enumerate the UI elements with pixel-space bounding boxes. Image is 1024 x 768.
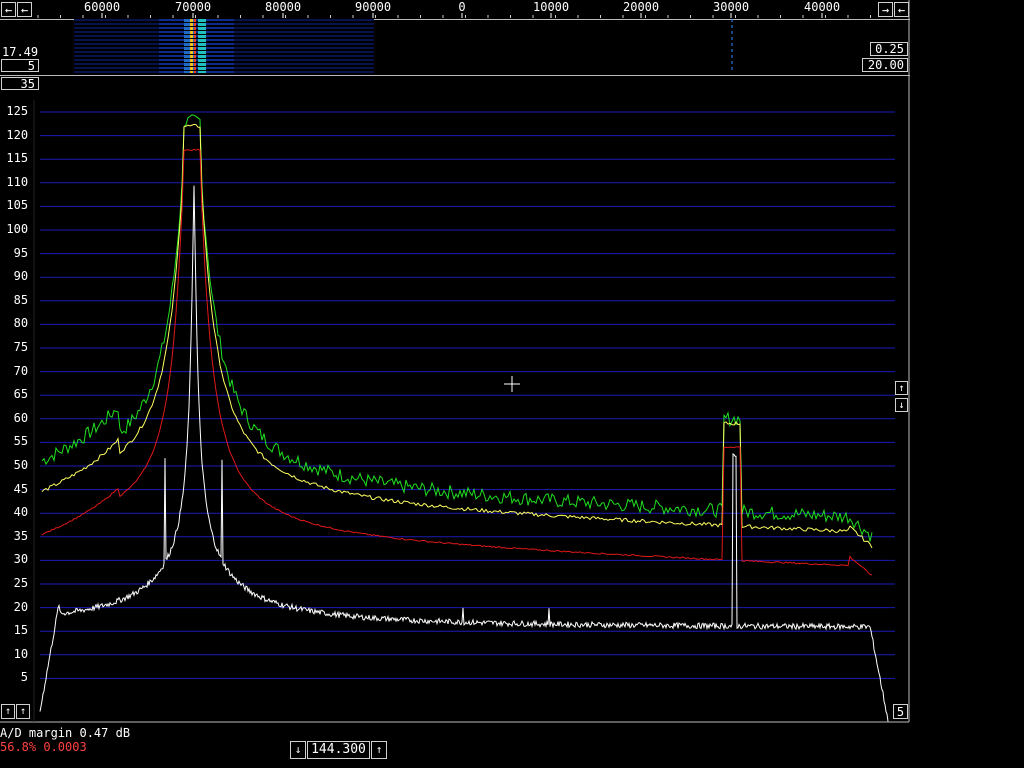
- y-axis-label: 5: [20, 670, 29, 685]
- frequency-down-button[interactable]: ↓: [290, 741, 306, 759]
- spectrum-graph[interactable]: [0, 0, 1024, 768]
- frequency-box: ↓ 144.300 ↑: [290, 741, 388, 759]
- y-axis-label: 20: [13, 599, 29, 614]
- frequency-value-field[interactable]: 144.300: [307, 741, 370, 759]
- right-scale-down-button[interactable]: ↓: [895, 398, 908, 412]
- y-axis-label: 30: [13, 552, 29, 567]
- trace-yellow: [41, 123, 873, 549]
- trace-white: [39, 185, 889, 722]
- bottom-left-up-button-1[interactable]: ↑: [1, 704, 15, 719]
- y-axis-label: 115: [6, 151, 29, 166]
- y-axis-label: 25: [13, 576, 29, 590]
- y-axis-label: 35: [13, 528, 29, 543]
- bottom-right-value-box[interactable]: 5: [893, 704, 908, 719]
- ad-margin-text: A/D margin 0.47 dB: [0, 726, 131, 740]
- stats-text: 56.8% 0.0003: [0, 740, 87, 754]
- y-axis-label: 95: [13, 245, 29, 260]
- y-axis-label: 80: [13, 316, 29, 331]
- y-axis-label: 50: [13, 458, 29, 472]
- y-axis-label: 55: [13, 434, 29, 449]
- y-axis-label: 120: [6, 127, 29, 142]
- y-axis-label: 15: [13, 623, 29, 638]
- y-axis-label: 70: [13, 363, 29, 378]
- right-scale-up-button[interactable]: ↑: [895, 381, 908, 395]
- y-axis-label: 105: [6, 198, 29, 213]
- y-axis-label: 90: [13, 269, 29, 284]
- trace-green: [41, 114, 873, 542]
- y-axis-label: 125: [6, 104, 29, 118]
- y-axis-label: 10: [13, 646, 29, 661]
- y-axis-label: 100: [6, 222, 29, 236]
- trace-red: [41, 148, 873, 576]
- y-axis-label: 110: [6, 174, 29, 189]
- y-axis-label: 85: [13, 292, 29, 307]
- y-axis-label: 40: [13, 505, 29, 520]
- y-axis-label: 45: [13, 481, 29, 496]
- bottom-left-up-button-2[interactable]: ↑: [16, 704, 30, 719]
- frequency-up-button[interactable]: ↑: [371, 741, 387, 759]
- y-axis-label: 75: [13, 340, 29, 354]
- y-axis-label: 60: [13, 410, 29, 425]
- y-axis-label: 65: [13, 387, 29, 402]
